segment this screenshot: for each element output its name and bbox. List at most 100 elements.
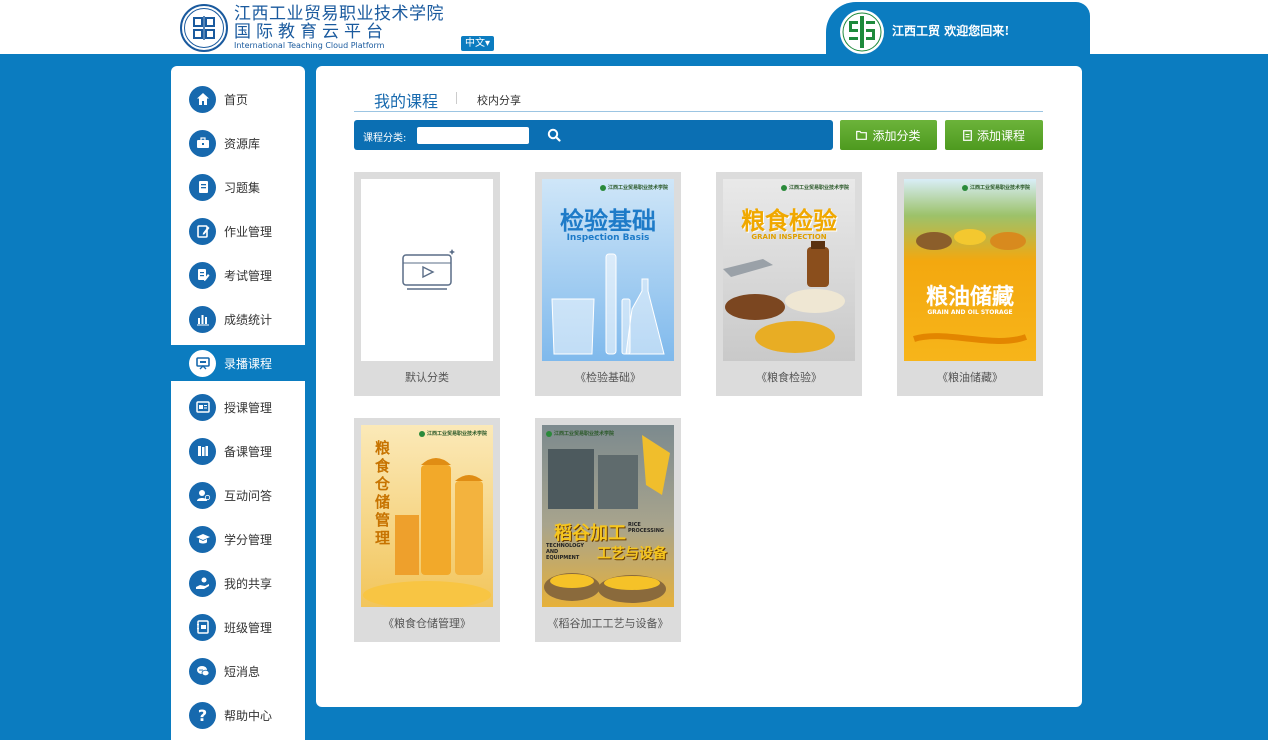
course-card-default[interactable]: 默认分类 — [354, 172, 500, 396]
search-icon[interactable] — [544, 125, 564, 145]
course-card-warehouse[interactable]: 江西工业贸易职业技术学院 粮食仓储管理 《粮食仓储管理》 — [354, 418, 500, 642]
school-name: 江西工业贸易职业技术学院 — [234, 4, 444, 24]
cover-subtitle: RICE PROCESSING — [628, 522, 664, 534]
folder-icon — [856, 130, 868, 140]
bar-chart-icon — [189, 305, 216, 333]
sidebar-item-label: 我的共享 — [224, 576, 273, 591]
category-search-input[interactable] — [417, 127, 529, 144]
sidebar-item-label: 备课管理 — [224, 444, 273, 459]
presentation-icon — [189, 349, 216, 377]
cover-title: 粮油储藏 — [925, 284, 1014, 310]
sidebar-item-label: 考试管理 — [224, 268, 273, 283]
sidebar-item-label: 作业管理 — [224, 224, 273, 239]
sidebar-item-label: 授课管理 — [224, 400, 273, 415]
course-card-title: 《粮油储藏》 — [937, 371, 1003, 384]
add-category-label: 添加分类 — [872, 128, 921, 143]
site-logo[interactable]: 江西工业贸易职业技术学院 国际教育云平台 International Teach… — [180, 4, 444, 52]
grain-samples-illustration — [723, 241, 845, 353]
share-hand-icon — [189, 569, 216, 597]
sidebar-item-label: 班级管理 — [224, 620, 273, 635]
sidebar-item-resources[interactable]: 资源库 — [171, 125, 305, 161]
sidebar-item-messages[interactable]: 短消息 — [171, 653, 305, 689]
sidebar-item-exercises[interactable]: 习题集 — [171, 169, 305, 205]
sidebar-item-my-shares[interactable]: 我的共享 — [171, 565, 305, 601]
grain-oil-illustration — [913, 229, 1028, 344]
sidebar-item-label: 互动问答 — [224, 488, 273, 503]
user-panel: 江西工贸 欢迎您回来! — [826, 2, 1090, 60]
school-seal-icon — [180, 4, 228, 52]
school-emblem-icon — [842, 12, 882, 52]
sidebar-item-home[interactable]: 首页 — [171, 81, 305, 117]
rice-machinery-illustration — [544, 435, 670, 603]
document-icon — [963, 129, 972, 141]
sidebar-item-label: 学分管理 — [224, 532, 273, 547]
sidebar-item-label: 录播课程 — [224, 356, 273, 371]
welcome-text: 江西工贸 欢迎您回来! — [892, 22, 1009, 39]
category-search-label: 课程分类: — [363, 133, 407, 144]
course-cover-image: 江西工业贸易职业技术学院 检验基础 Inspection Basis — [542, 179, 674, 361]
sidebar-item-lesson-prep[interactable]: 备课管理 — [171, 433, 305, 469]
notebook-icon — [189, 173, 216, 201]
add-course-label: 添加课程 — [976, 128, 1025, 143]
course-card-grain-oil[interactable]: 江西工业贸易职业技术学院 粮油储藏 GRAIN AND OIL STORAGE … — [897, 172, 1043, 396]
course-card-title: 《稻谷加工工艺与设备》 — [547, 617, 669, 630]
sidebar-item-classes[interactable]: 班级管理 — [171, 609, 305, 645]
user-avatar[interactable] — [840, 10, 884, 54]
default-category-cover — [361, 179, 493, 361]
message-icon — [189, 657, 216, 685]
caret-down-icon: ▾ — [485, 38, 491, 49]
language-label: 中文 — [465, 38, 485, 49]
tab-my-courses[interactable]: 我的课程 — [374, 88, 438, 112]
sidebar-item-exams[interactable]: 考试管理 — [171, 257, 305, 293]
sidebar-item-credits[interactable]: 学分管理 — [171, 521, 305, 557]
cover-subtitle-2: TECHNOLOGY AND EQUIPMENT — [546, 543, 584, 561]
main-panel: 我的课程 校内分享 课程分类: 添加分类 添加课程 默认分类 江西工业贸易职业技… — [316, 66, 1082, 707]
briefcase-icon — [189, 129, 216, 157]
qa-icon — [189, 481, 216, 509]
tab-divider — [456, 92, 457, 104]
sidebar-item-label: 习题集 — [224, 180, 261, 195]
sidebar-item-qa[interactable]: 互动问答 — [171, 477, 305, 513]
sidebar-item-label: 帮助中心 — [224, 708, 273, 723]
sidebar-item-label: 短消息 — [224, 664, 261, 679]
course-card-inspection[interactable]: 江西工业贸易职业技术学院 检验基础 Inspection Basis 《检验基础… — [535, 172, 681, 396]
course-cover-image: 江西工业贸易职业技术学院 粮油储藏 GRAIN AND OIL STORAGE — [904, 179, 1036, 361]
video-course-icon — [402, 249, 455, 290]
help-icon: ? — [189, 701, 216, 729]
cover-subtitle: GRAIN AND OIL STORAGE — [927, 309, 1013, 316]
books-icon — [189, 437, 216, 465]
course-cover-image: 江西工业贸易职业技术学院 粮食检验 GRAIN INSPECTION — [723, 179, 855, 361]
add-course-button[interactable]: 添加课程 — [945, 120, 1043, 150]
add-category-button[interactable]: 添加分类 — [840, 120, 937, 150]
sidebar-item-teaching[interactable]: 授课管理 — [171, 389, 305, 425]
graduation-cap-icon — [189, 525, 216, 553]
class-icon — [189, 613, 216, 641]
lab-glassware-illustration — [551, 253, 665, 355]
sidebar-item-label: 成绩统计 — [224, 312, 273, 327]
course-card-rice-processing[interactable]: 江西工业贸易职业技术学院 稻谷加工 工艺与设备 RICE PROCESSING … — [535, 418, 681, 642]
course-card-title: 默认分类 — [405, 371, 449, 384]
course-card-title: 《检验基础》 — [575, 371, 641, 384]
course-card-title: 《粮食仓储管理》 — [383, 617, 471, 630]
teaching-icon — [189, 393, 216, 421]
user-school-name: 江西工贸 — [892, 24, 941, 38]
cover-title: 粮食仓储管理 — [375, 439, 391, 547]
exam-icon — [189, 261, 216, 289]
platform-name-en: International Teaching Cloud Platform — [234, 41, 385, 50]
course-card-grain-inspection[interactable]: 江西工业贸易职业技术学院 粮食检验 GRAIN INSPECTION 《粮食检验… — [716, 172, 862, 396]
home-icon — [189, 85, 216, 113]
sidebar-item-homework[interactable]: 作业管理 — [171, 213, 305, 249]
course-cover-image: 江西工业贸易职业技术学院 稻谷加工 工艺与设备 RICE PROCESSING … — [542, 425, 674, 607]
sidebar-item-grades[interactable]: 成绩统计 — [171, 301, 305, 337]
sidebar-item-recorded-courses[interactable]: 录播课程 — [171, 345, 305, 381]
tab-school-shares[interactable]: 校内分享 — [477, 92, 521, 108]
platform-name: 国际教育云平台 — [234, 22, 388, 42]
language-select[interactable]: 中文▾ — [461, 36, 495, 51]
sidebar-item-help[interactable]: ? 帮助中心 — [171, 697, 305, 733]
edit-icon — [189, 217, 216, 245]
course-tabs: 我的课程 校内分享 — [354, 86, 1043, 112]
course-card-title: 《粮食检验》 — [756, 371, 822, 384]
sidebar-item-label: 资源库 — [224, 136, 261, 151]
course-cover-image: 江西工业贸易职业技术学院 粮食仓储管理 — [361, 425, 493, 607]
sidebar-nav: 首页 资源库 习题集 作业管理 考试管理 成绩统计 录播课程 授课管理 备课管理… — [171, 66, 305, 740]
